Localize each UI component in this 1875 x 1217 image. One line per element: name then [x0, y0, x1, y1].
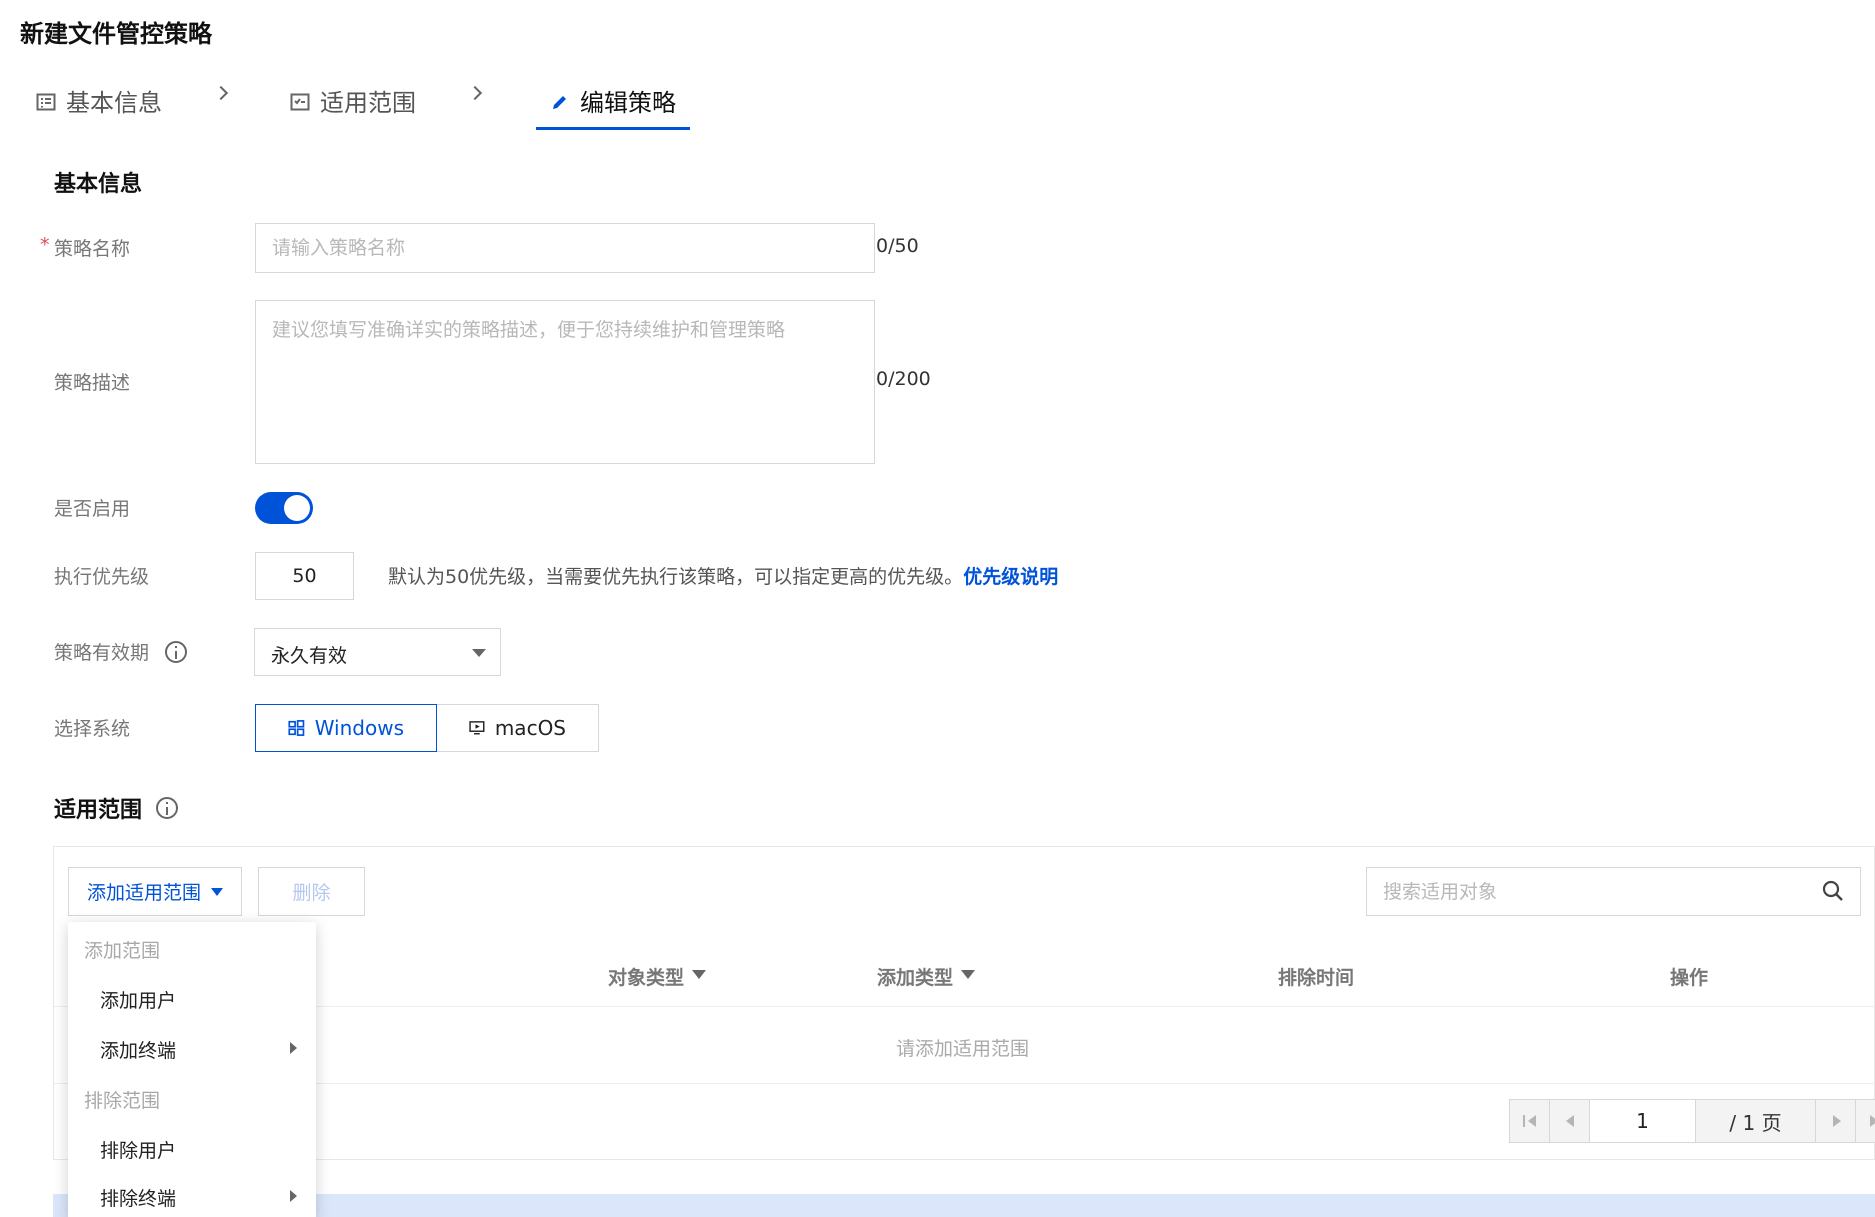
priority-input[interactable] — [255, 552, 354, 600]
next-page-button[interactable] — [1816, 1100, 1856, 1142]
os-label: 选择系统 — [54, 718, 131, 740]
priority-hint: 默认为50优先级，当需要优先执行该策略，可以指定更高的优先级。优先级说明 — [388, 566, 1059, 588]
chevron-right-icon — [290, 1190, 297, 1202]
os-radio-group: Windows macOS — [255, 704, 599, 752]
menu-item-exclude-user[interactable]: 排除用户 — [100, 1136, 176, 1163]
table-empty-text: 请添加适用范围 — [896, 1038, 1030, 1060]
filter-icon[interactable] — [692, 970, 707, 979]
table-divider — [54, 1083, 1874, 1084]
caret-down-icon — [472, 649, 486, 657]
dropdown-group-exclude: 排除范围 — [84, 1090, 161, 1112]
column-header-actions: 操作 — [1670, 967, 1709, 989]
pencil-icon — [550, 90, 570, 110]
priority-label: 执行优先级 — [54, 566, 150, 588]
policy-name-label: * 策略名称 — [40, 234, 131, 260]
required-mark: * — [40, 234, 50, 256]
page: 新建文件管控策略 基本信息 适用范围 编辑策略 基本信息 * 策略名称 请输入策… — [0, 0, 1875, 1217]
enabled-label: 是否启用 — [54, 498, 131, 520]
page-total: / 1 页 — [1696, 1100, 1816, 1142]
step-label: 适用范围 — [320, 88, 416, 117]
validity-select[interactable]: 永久有效 — [254, 628, 501, 676]
menu-item-exclude-terminal[interactable]: 排除终端 — [100, 1184, 176, 1211]
column-header-add-type[interactable]: 添加类型 — [877, 963, 976, 990]
step-scope[interactable]: 适用范围 — [290, 70, 416, 130]
column-header-object-type[interactable]: 对象类型 — [608, 963, 707, 990]
column-header-exclude-time: 排除时间 — [1278, 967, 1355, 989]
search-icon[interactable] — [1822, 880, 1844, 902]
chevron-right-icon — [290, 1042, 297, 1054]
delete-button[interactable]: 删除 — [258, 867, 365, 916]
info-icon[interactable] — [165, 640, 188, 663]
list-icon — [36, 90, 56, 111]
os-option-windows[interactable]: Windows — [255, 704, 437, 752]
pagination: / 1 页 — [1509, 1099, 1875, 1143]
step-basic-info[interactable]: 基本信息 — [36, 70, 162, 130]
step-nav: 基本信息 适用范围 编辑策略 — [20, 70, 780, 130]
os-option-macos[interactable]: macOS — [437, 704, 599, 752]
caret-down-icon — [211, 887, 223, 896]
policy-description-counter: 0/200 — [876, 368, 931, 390]
validity-label: 策略有效期 — [54, 638, 188, 665]
page-title: 新建文件管控策略 — [20, 20, 212, 48]
prev-page-button[interactable] — [1550, 1100, 1590, 1142]
toggle-knob — [284, 495, 310, 521]
windows-icon — [288, 720, 305, 736]
chevron-right-icon — [467, 85, 483, 101]
add-scope-dropdown: 添加范围 添加用户 添加终端 排除范围 排除用户 排除终端 — [68, 922, 316, 1217]
info-icon[interactable] — [156, 797, 179, 819]
step-label: 基本信息 — [66, 88, 162, 117]
section-title-basic-info: 基本信息 — [54, 172, 143, 197]
validity-selected-value: 永久有效 — [271, 645, 348, 667]
enabled-toggle[interactable] — [255, 492, 313, 524]
add-scope-button[interactable]: 添加适用范围 — [68, 867, 242, 916]
policy-name-input[interactable] — [255, 223, 875, 273]
page-number-input[interactable] — [1590, 1100, 1696, 1142]
scope-search — [1366, 867, 1861, 916]
menu-item-add-terminal[interactable]: 添加终端 — [100, 1036, 176, 1063]
section-title-scope: 适用范围 — [54, 792, 179, 824]
search-input[interactable] — [1367, 868, 1787, 915]
policy-description-label: 策略描述 — [54, 372, 131, 394]
step-edit-policy[interactable]: 编辑策略 — [536, 70, 690, 130]
last-page-button[interactable] — [1856, 1100, 1875, 1142]
table-divider — [54, 1006, 1874, 1007]
first-page-button[interactable] — [1510, 1100, 1550, 1142]
policy-description-textarea[interactable] — [255, 300, 875, 464]
bottom-bar — [53, 1194, 1875, 1217]
priority-help-link[interactable]: 优先级说明 — [963, 566, 1058, 588]
menu-item-add-user[interactable]: 添加用户 — [100, 986, 176, 1013]
dropdown-group-add: 添加范围 — [84, 940, 161, 962]
monitor-icon — [469, 721, 485, 735]
policy-name-counter: 0/50 — [876, 235, 919, 257]
checklist-icon — [290, 90, 310, 111]
filter-icon[interactable] — [961, 970, 976, 979]
chevron-right-icon — [213, 85, 229, 101]
step-label: 编辑策略 — [580, 88, 676, 117]
